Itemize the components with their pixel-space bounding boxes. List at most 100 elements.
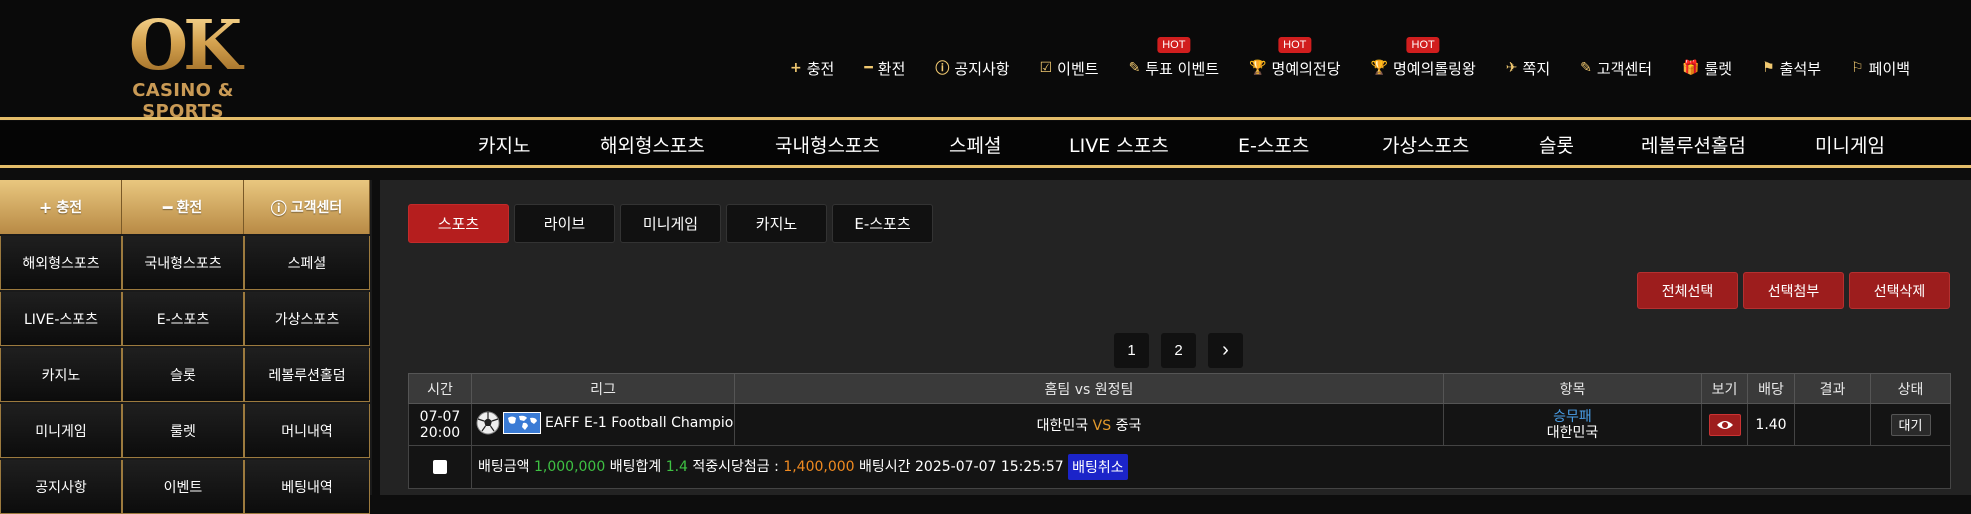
sidebar-item-esports[interactable]: E-스포츠	[122, 292, 244, 346]
mainnav-esports[interactable]: E-스포츠	[1238, 131, 1309, 158]
topnav-hall-of-fame[interactable]: HOT 🏆 명예의전당	[1249, 37, 1341, 80]
topnav-withdraw[interactable]: ━ 환전	[864, 56, 905, 80]
tab-sports[interactable]: 스포츠	[408, 204, 509, 243]
eye-icon	[1716, 420, 1733, 429]
match-cell: 대한민국 VS 중국	[734, 403, 1444, 446]
tab-casino[interactable]: 카지노	[726, 204, 827, 243]
match-time: 20:00	[419, 424, 461, 441]
topnav-message[interactable]: ✈ 쪽지	[1506, 56, 1550, 80]
soccer-ball-icon	[476, 411, 500, 434]
bet-table: 시간 리그 홈팀 vs 원정팀 항목 보기 배당 결과 상태 07-07 20:…	[408, 373, 1951, 489]
table-header-row: 시간 리그 홈팀 vs 원정팀 항목 보기 배당 결과 상태	[408, 373, 1951, 404]
tab-live[interactable]: 라이브	[514, 204, 615, 243]
bet-time-label: 배팅시간	[859, 459, 911, 475]
topnav-charge[interactable]: + 충전	[790, 56, 834, 80]
sidebar-item-event[interactable]: 이벤트	[122, 460, 244, 514]
gift-icon: 🎁	[1682, 60, 1700, 76]
mainnav-minigame[interactable]: 미니게임	[1815, 131, 1885, 158]
sidebar-item-live-sports[interactable]: LIVE-스포츠	[0, 292, 122, 346]
mainnav-domestic-sports[interactable]: 국내형스포츠	[775, 131, 880, 158]
sidebar-item-slot[interactable]: 슬롯	[122, 348, 244, 402]
mainnav-live-sports[interactable]: LIVE 스포츠	[1069, 131, 1169, 158]
topnav-label: 명예의전당	[1271, 59, 1341, 78]
odds-value: 1.40	[1747, 403, 1795, 446]
tab-minigame[interactable]: 미니게임	[620, 204, 721, 243]
sidebar-support-button[interactable]: ⓘ 고객센터	[244, 180, 370, 234]
sidebar-item-roulette[interactable]: 룰렛	[122, 404, 244, 458]
topnav-label: 충전	[806, 59, 835, 78]
sidebar-item-money-history[interactable]: 머니내역	[244, 404, 370, 458]
topnav-label: 룰렛	[1704, 59, 1733, 78]
page-1-button[interactable]: 1	[1114, 333, 1149, 368]
bet-amount: 1,000,000	[533, 459, 606, 475]
topnav-label: 고객센터	[1596, 59, 1653, 78]
topnav-attendance[interactable]: ⚑ 출석부	[1762, 56, 1821, 80]
sidebar-item-revolution-holdem[interactable]: 레볼루션홀덤	[244, 348, 370, 402]
market-cell: 승무패 대한민국	[1443, 403, 1702, 446]
sidebar-item-domestic-sports[interactable]: 국내형스포츠	[122, 236, 244, 290]
vs-label: VS	[1092, 417, 1112, 434]
logo-text: OK	[98, 12, 268, 80]
page-2-button[interactable]: 2	[1161, 333, 1196, 368]
sidebar-item-notice[interactable]: 공지사항	[0, 460, 122, 514]
select-attach-button[interactable]: 선택첨부	[1743, 272, 1844, 309]
stamp-icon: ⚑	[1762, 60, 1775, 76]
sidebar-item-virtual-sports[interactable]: 가상스포츠	[244, 292, 370, 346]
view-cell	[1701, 403, 1748, 446]
sidebar-item-betting-history[interactable]: 베팅내역	[244, 460, 370, 514]
bet-amount-label: 배팅금액	[478, 459, 530, 475]
topnav-label: 페이백	[1868, 59, 1911, 78]
col-header-view: 보기	[1701, 373, 1748, 404]
col-header-league: 리그	[471, 373, 735, 404]
next-page-button[interactable]: ›	[1208, 333, 1243, 368]
minus-icon: ━	[864, 60, 873, 76]
topnav-event[interactable]: ☑ 이벤트	[1040, 56, 1099, 80]
col-header-market: 항목	[1443, 373, 1702, 404]
sidebar: + 충전 ━ 환전 ⓘ 고객센터 해외형스포츠 국내형스포츠 스페셜 LIVE-스포츠…	[0, 180, 372, 514]
select-checkbox[interactable]	[433, 460, 447, 474]
sidebar-item-special[interactable]: 스페셜	[244, 236, 370, 290]
select-all-button[interactable]: 전체선택	[1637, 272, 1738, 309]
match-date: 07-07	[419, 408, 461, 425]
bet-time: 2025-07-07 15:25:57	[915, 459, 1064, 475]
topnav-roulette[interactable]: 🎁 룰렛	[1682, 56, 1732, 80]
payout-amount: 1,400,000	[783, 459, 855, 475]
mainnav-special[interactable]: 스페셜	[949, 131, 1001, 158]
tab-esports[interactable]: E-스포츠	[832, 204, 933, 243]
mainnav-overseas-sports[interactable]: 해외형스포츠	[600, 131, 705, 158]
cancel-bet-button[interactable]: 배팅취소	[1068, 454, 1128, 480]
logo[interactable]: OK CASINO & SPORTS	[98, 12, 268, 122]
sidebar-item-overseas-sports[interactable]: 해외형스포츠	[0, 236, 122, 290]
topnav-label: 투표 이벤트	[1145, 59, 1220, 78]
result-value	[1794, 403, 1871, 446]
mainnav-virtual-sports[interactable]: 가상스포츠	[1382, 131, 1469, 158]
minus-icon: ━	[162, 197, 173, 217]
sidebar-charge-button[interactable]: + 충전	[0, 180, 122, 234]
status-badge: 대기	[1890, 413, 1931, 436]
topnav-support[interactable]: ✎ 고객센터	[1580, 56, 1652, 80]
mainnav-slot[interactable]: 슬롯	[1539, 131, 1574, 158]
mainnav-casino[interactable]: 카지노	[478, 131, 530, 158]
hot-badge: HOT	[1157, 37, 1191, 53]
hot-badge: HOT	[1278, 37, 1312, 53]
col-header-status: 상태	[1870, 373, 1951, 404]
select-delete-button[interactable]: 선택삭제	[1849, 272, 1950, 309]
selected-pick: 대한민국	[1546, 424, 1599, 441]
topnav-notice[interactable]: ⓘ 공지사항	[935, 56, 1009, 80]
topnav-rolling-king[interactable]: HOT 🏆 명예의롤링왕	[1371, 37, 1476, 80]
topnav-vote-event[interactable]: HOT ✎ 투표 이벤트	[1129, 37, 1220, 80]
sidebar-item-casino[interactable]: 카지노	[0, 348, 122, 402]
header-divider	[0, 117, 1971, 120]
topnav-payback[interactable]: ⚐ 페이백	[1851, 56, 1910, 80]
bet-summary-row: 배팅금액 1,000,000 배팅합계 1.4 적중시당첨금 : 1,400,0…	[408, 445, 1951, 489]
topnav-label: 이벤트	[1057, 59, 1099, 78]
sidebar-withdraw-button[interactable]: ━ 환전	[122, 180, 244, 234]
hot-badge: HOT	[1406, 37, 1440, 53]
sidebar-button-label: 충전	[56, 200, 83, 216]
checkbox-cell	[408, 445, 472, 489]
mainnav-revolution-holdem[interactable]: 레볼루션홀덤	[1641, 131, 1746, 158]
topnav-label: 환전	[877, 59, 906, 78]
edit-icon: ✎	[1580, 60, 1592, 76]
sidebar-item-minigame[interactable]: 미니게임	[0, 404, 122, 458]
view-button[interactable]	[1708, 413, 1741, 436]
